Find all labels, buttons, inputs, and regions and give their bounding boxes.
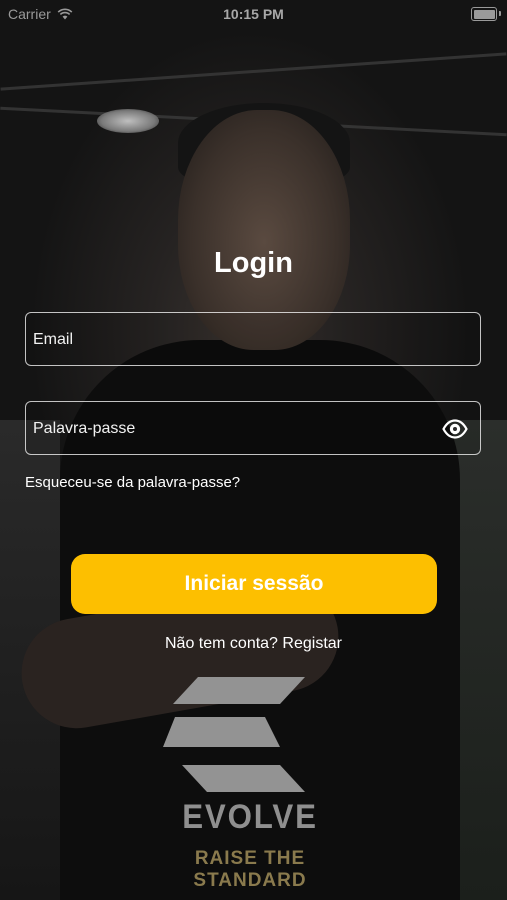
battery-icon (471, 7, 497, 21)
email-field-container (25, 312, 481, 367)
evolve-logo: EVOLVE RAISE THE STANDARD (150, 674, 350, 891)
signup-link[interactable]: Registar (282, 635, 342, 652)
login-button[interactable]: Iniciar sessão (71, 554, 437, 614)
logo-mark-icon (163, 677, 305, 792)
brand-tagline: RAISE THE STANDARD (193, 848, 307, 891)
email-field[interactable] (31, 313, 435, 367)
background-beam (0, 52, 507, 91)
login-screen: Carrier 10:15 PM Login Esqueceu-se da pa… (0, 0, 507, 900)
status-bar: Carrier 10:15 PM (0, 0, 507, 28)
status-time: 10:15 PM (223, 6, 284, 22)
signup-prompt: Não tem conta? Registar (0, 635, 507, 653)
password-field-container (25, 401, 481, 456)
eye-icon[interactable] (442, 417, 468, 441)
page-title: Login (214, 247, 293, 279)
battery-nub (499, 11, 501, 16)
brand-name: EVOLVE (182, 798, 318, 836)
password-field[interactable] (31, 402, 435, 456)
signup-question: Não tem conta? (165, 635, 278, 652)
background-ceiling-light (97, 109, 159, 133)
forgot-password-link[interactable]: Esqueceu-se da palavra-passe? (25, 474, 240, 491)
